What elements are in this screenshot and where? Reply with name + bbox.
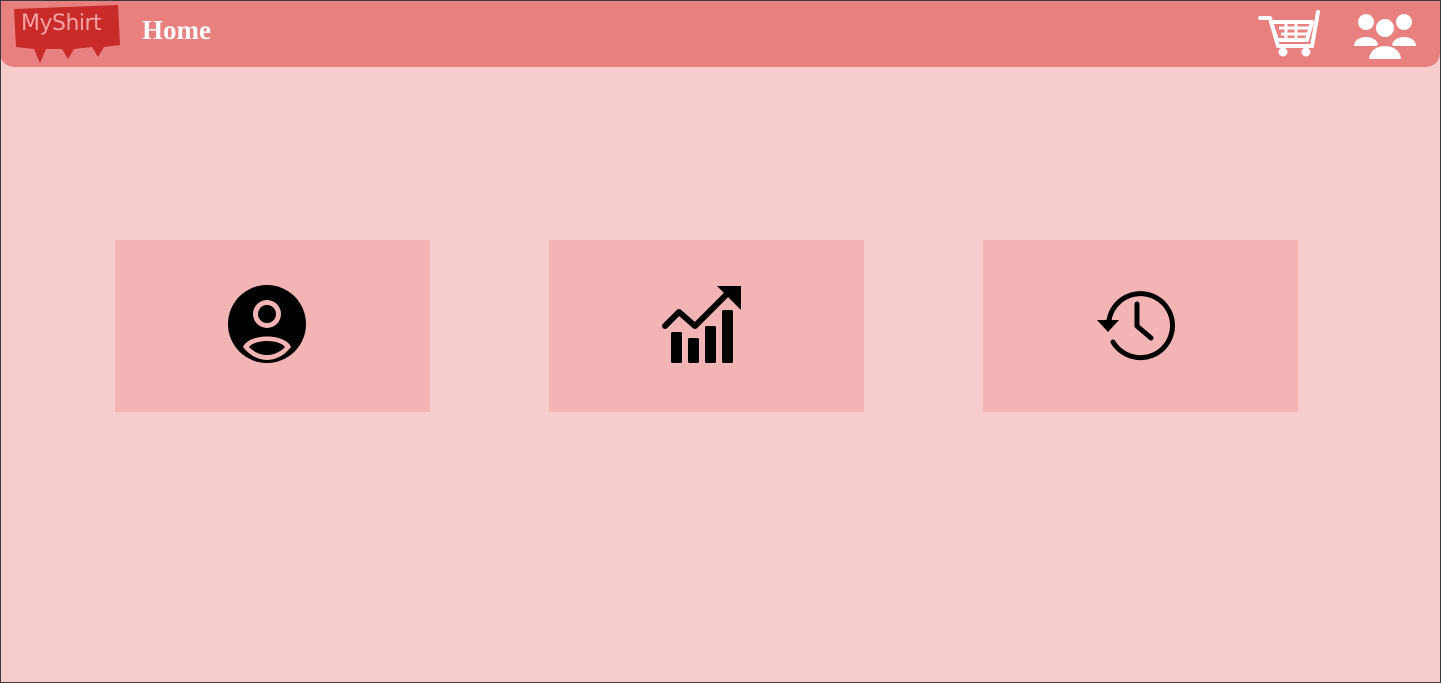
page-title: Home — [142, 15, 211, 45]
profile-tile[interactable] — [115, 240, 430, 412]
header-bar: MyShirt Home — [0, 0, 1440, 67]
myshirt-logo[interactable]: MyShirt — [12, 5, 122, 63]
logo-text: MyShirt — [21, 11, 102, 36]
history-tile[interactable] — [983, 240, 1298, 412]
statistics-tile[interactable] — [549, 240, 864, 412]
growth-chart-icon — [662, 286, 741, 363]
users-button[interactable] — [1352, 6, 1418, 62]
users-group-icon — [1354, 14, 1416, 61]
cart-button[interactable] — [1256, 6, 1324, 58]
user-account-icon — [228, 285, 306, 363]
history-clock-icon — [1097, 291, 1175, 361]
shopping-cart-icon — [1258, 10, 1320, 57]
